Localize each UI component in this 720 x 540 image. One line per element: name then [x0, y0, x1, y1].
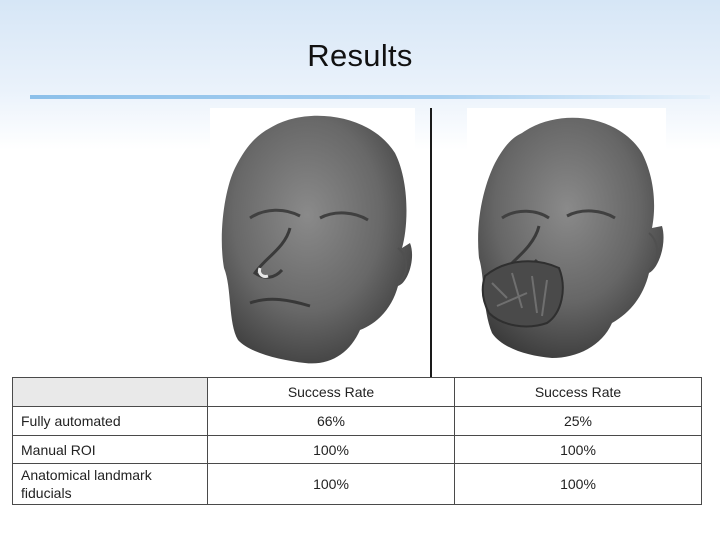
table-row: Anatomical landmark fiducials 100% 100% [12, 463, 702, 505]
table-header-row: Success Rate Success Rate [12, 377, 702, 407]
slide-title: Results [307, 38, 413, 73]
row-label: Anatomical landmark fiducials [12, 463, 208, 505]
row-label: Fully automated [12, 406, 208, 436]
table-header-left: Success Rate [207, 377, 455, 407]
title-underline [30, 95, 710, 99]
row-value-right: 100% [454, 463, 702, 505]
row-value-right: 25% [454, 406, 702, 436]
table-header-right: Success Rate [454, 377, 702, 407]
row-value-left: 100% [207, 463, 455, 505]
face-render-left-image [210, 108, 415, 380]
table-header-corner [12, 377, 208, 407]
image-divider [430, 108, 432, 380]
table-row: Fully automated 66% 25% [12, 406, 702, 436]
row-value-left: 100% [207, 435, 455, 464]
row-label: Manual ROI [12, 435, 208, 464]
row-value-left: 66% [207, 406, 455, 436]
face-render-right-image [467, 108, 666, 380]
table-row: Manual ROI 100% 100% [12, 435, 702, 464]
row-value-right: 100% [454, 435, 702, 464]
results-table: Success Rate Success Rate Fully automate… [12, 377, 702, 505]
